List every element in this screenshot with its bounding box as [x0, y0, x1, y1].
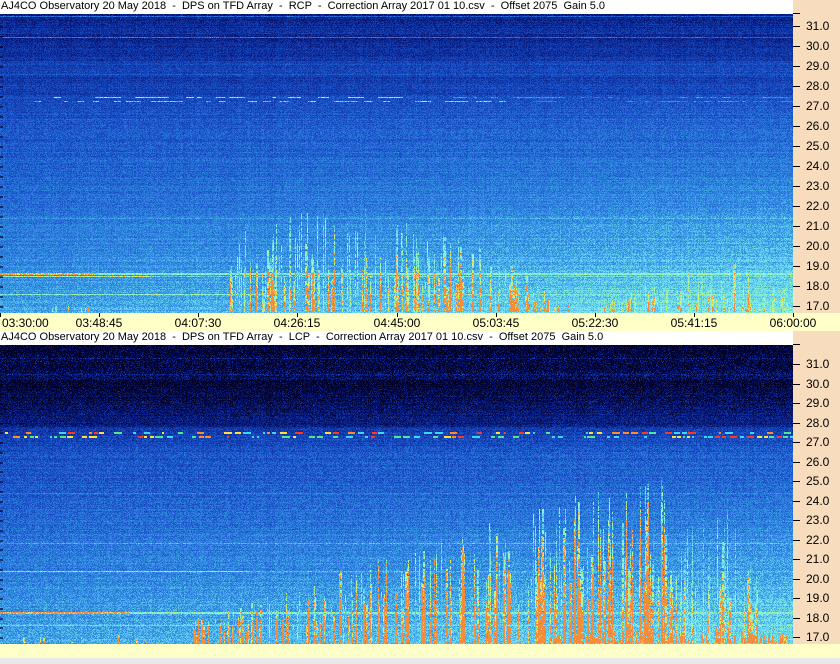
freq-tick	[793, 481, 800, 482]
freq-tick	[793, 442, 800, 443]
freq-tick	[793, 559, 800, 560]
freq-tick-label: 20.0	[806, 239, 830, 253]
time-tick-label: 04:07:30	[174, 316, 222, 330]
freq-tick-label: 18.0	[806, 611, 830, 625]
time-tick-label: 06:00:00	[769, 316, 817, 330]
freq-tick	[793, 344, 800, 345]
freq-tick	[793, 598, 800, 599]
time-tick-label: 03:48:45	[75, 316, 123, 330]
time-tick-label: 04:45:00	[373, 316, 421, 330]
freq-tick-label: 21.0	[806, 219, 830, 233]
freq-tick	[793, 306, 800, 307]
time-tick-label: 05:41:15	[670, 316, 718, 330]
freq-tick-label: 25.0	[806, 474, 830, 488]
freq-tick	[793, 226, 800, 227]
freq-tick-label: 27.0	[806, 435, 830, 449]
freq-tick	[793, 266, 800, 267]
freq-tick	[793, 403, 800, 404]
freq-tick	[793, 26, 800, 27]
freq-tick	[793, 86, 800, 87]
freq-tick-label: 28.0	[806, 79, 830, 93]
freq-tick-label: 24.0	[806, 159, 830, 173]
time-tick-label: 03:30:00	[2, 316, 49, 330]
freq-tick-label: 22.0	[806, 199, 830, 213]
freq-tick-label: 31.0	[806, 19, 830, 33]
freq-tick	[793, 146, 800, 147]
freq-tick-label: 30.0	[806, 377, 830, 391]
freq-tick	[793, 637, 800, 638]
freq-tick-label: 29.0	[806, 59, 830, 73]
spectrogram-lcp	[0, 345, 793, 644]
freq-tick-label: 23.0	[806, 179, 830, 193]
freq-tick	[793, 106, 800, 107]
freq-tick	[793, 462, 800, 463]
time-axis-partial	[0, 644, 840, 658]
time-axis: 03:30:00 03:48:45 04:07:30 04:26:15 04:45:00…	[0, 313, 840, 331]
freq-tick-label: 26.0	[806, 455, 830, 469]
freq-tick-label: 25.0	[806, 139, 830, 153]
freq-tick-label: 19.0	[806, 591, 830, 605]
freq-tick	[793, 46, 800, 47]
freq-tick-label: 22.0	[806, 533, 830, 547]
freq-axis-lcp: 31.0 30.0 29.0 28.0 27.0 26.0 25.0 24.0 23.0 22.0…	[793, 331, 840, 644]
freq-tick	[793, 66, 800, 67]
freq-tick-label: 19.0	[806, 259, 830, 273]
spectrograph-window: AJ4CO Observatory 20 May 2018 - DPS on T…	[0, 0, 840, 664]
spectrogram-rcp	[0, 14, 793, 313]
freq-tick-label: 21.0	[806, 552, 830, 566]
panel-title-rcp: AJ4CO Observatory 20 May 2018 - DPS on T…	[0, 0, 793, 14]
freq-tick	[793, 206, 800, 207]
freq-axis-rcp: 31.0 30.0 29.0 28.0 27.0 26.0 25.0 24.0 23.0 22.0…	[793, 0, 840, 313]
freq-tick-label: 28.0	[806, 416, 830, 430]
freq-tick	[793, 246, 800, 247]
freq-tick-label: 29.0	[806, 396, 830, 410]
time-tick-label: 05:22:30	[571, 316, 619, 330]
freq-tick-label: 27.0	[806, 99, 830, 113]
freq-tick	[793, 618, 800, 619]
time-tick	[0, 313, 1, 317]
freq-tick-label: 18.0	[806, 279, 830, 293]
freq-tick-label: 20.0	[806, 572, 830, 586]
time-tick-label: 05:03:45	[472, 316, 520, 330]
freq-tick-label: 30.0	[806, 39, 830, 53]
freq-tick-label: 17.0	[806, 630, 830, 644]
freq-tick	[793, 166, 800, 167]
freq-tick	[793, 540, 800, 541]
freq-tick	[793, 384, 800, 385]
freq-tick-label: 17.0	[806, 299, 830, 313]
freq-tick	[793, 364, 800, 365]
freq-tick	[793, 13, 800, 14]
freq-tick-label: 26.0	[806, 119, 830, 133]
freq-tick	[793, 186, 800, 187]
freq-tick	[793, 423, 800, 424]
freq-tick-label: 31.0	[806, 357, 830, 371]
freq-tick	[793, 126, 800, 127]
freq-tick	[793, 520, 800, 521]
freq-tick	[793, 579, 800, 580]
freq-tick	[793, 501, 800, 502]
time-tick-label: 04:26:15	[273, 316, 321, 330]
freq-tick-label: 23.0	[806, 513, 830, 527]
freq-tick	[793, 286, 800, 287]
panel-title-lcp: AJ4CO Observatory 20 May 2018 - DPS on T…	[0, 331, 793, 345]
freq-tick-label: 24.0	[806, 494, 830, 508]
